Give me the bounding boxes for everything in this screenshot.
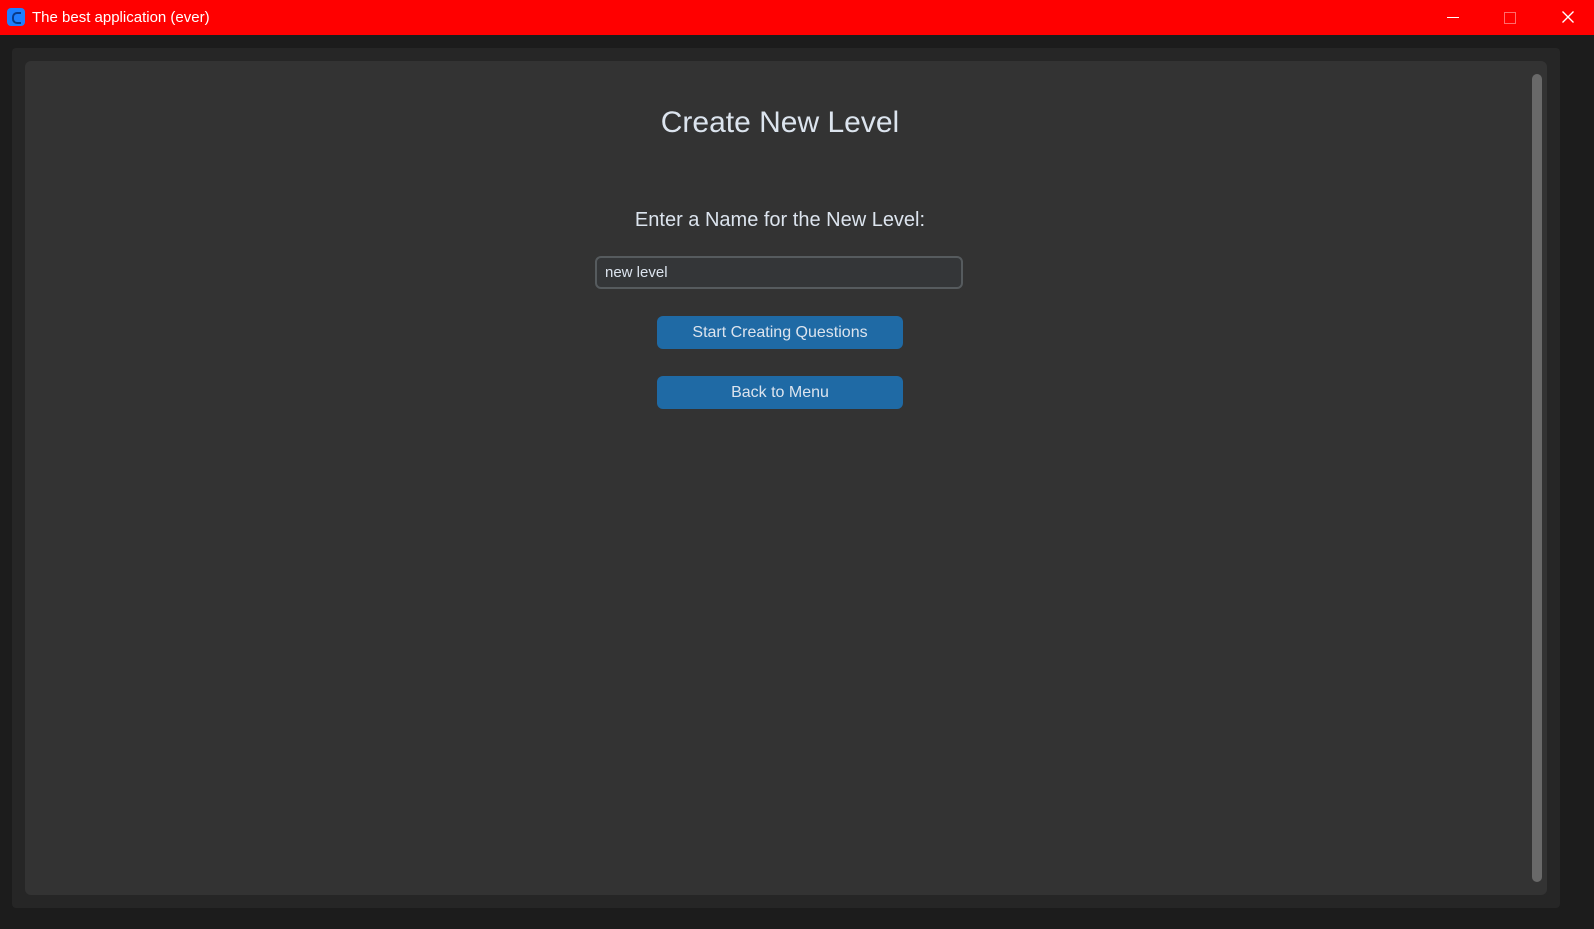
title-bar[interactable]: The best application (ever) (0, 0, 1594, 35)
maximize-icon (1504, 12, 1516, 24)
close-button[interactable] (1540, 0, 1594, 35)
start-creating-questions-button[interactable]: Start Creating Questions (657, 316, 903, 349)
maximize-button[interactable] (1483, 0, 1539, 35)
minimize-icon (1447, 17, 1459, 18)
window-title: The best application (ever) (32, 9, 210, 26)
scrollbar-thumb[interactable] (1532, 74, 1542, 882)
page-title: Create New Level (660, 106, 900, 139)
minimize-button[interactable] (1426, 0, 1482, 35)
back-to-menu-button[interactable]: Back to Menu (657, 376, 903, 409)
app-logo-icon (7, 8, 25, 26)
vertical-scrollbar[interactable] (1532, 74, 1542, 882)
close-icon (1562, 11, 1574, 23)
level-name-prompt: Enter a Name for the New Level: (634, 209, 926, 231)
level-name-input[interactable] (595, 256, 963, 289)
main-panel (25, 61, 1547, 895)
